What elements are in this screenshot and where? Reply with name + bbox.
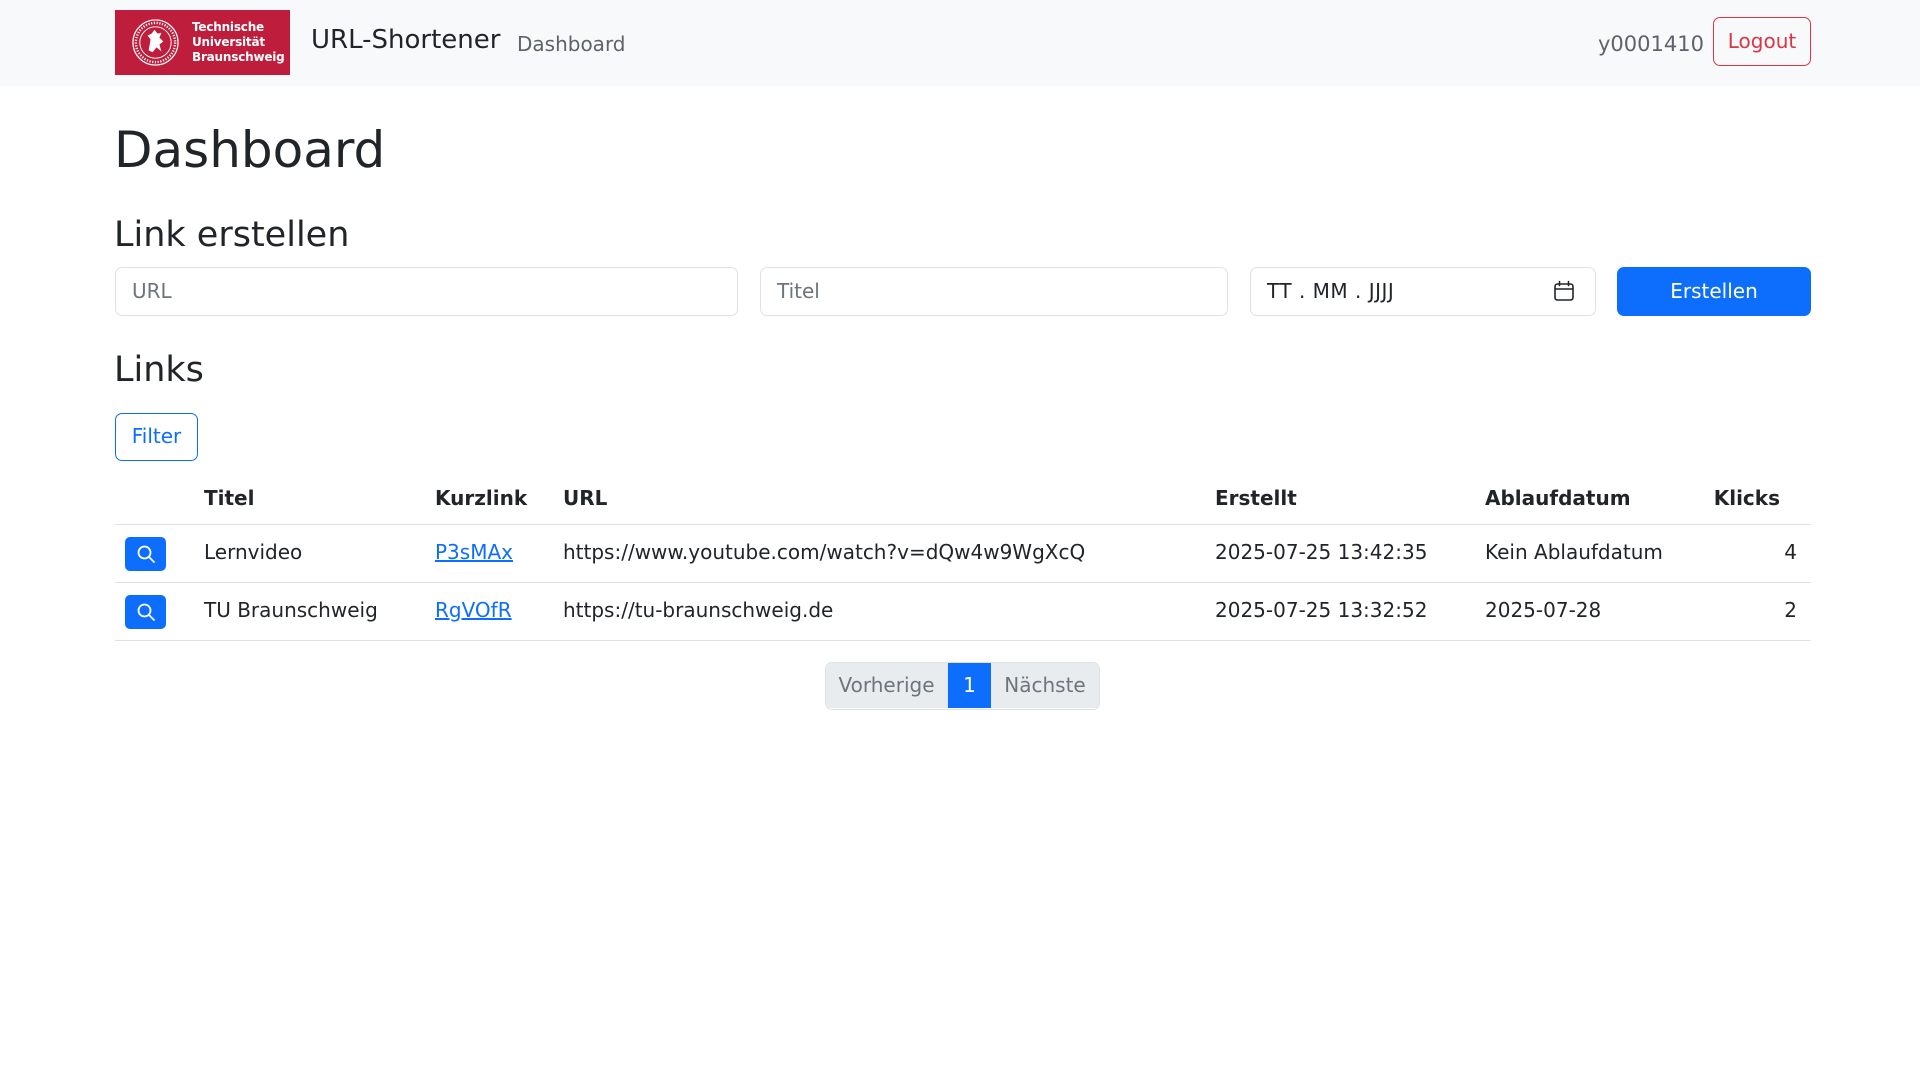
logout-button[interactable]: Logout [1713, 17, 1811, 66]
brand-title[interactable]: URL-Shortener [311, 22, 500, 58]
column-header-erstellt[interactable]: Erstellt [1215, 478, 1297, 518]
username-label: y0001410 [1598, 32, 1704, 56]
university-seal-icon [132, 19, 179, 66]
pagination: Vorherige 1 Nächste [825, 662, 1100, 710]
table-row: Lernvideo P3sMAx https://www.youtube.com… [115, 525, 1811, 583]
search-icon [137, 603, 155, 621]
page-title: Dashboard [114, 121, 386, 179]
cell-titel: Lernvideo [204, 540, 303, 564]
links-heading: Links [114, 350, 204, 390]
title-input[interactable]: Titel [760, 267, 1228, 316]
details-button[interactable] [125, 595, 166, 629]
column-header-ablaufdatum[interactable]: Ablaufdatum [1485, 478, 1631, 518]
cell-erstellt: 2025-07-25 13:32:52 [1215, 598, 1428, 622]
expiry-date-input[interactable]: TT . MM . JJJJ [1250, 267, 1596, 316]
search-icon [137, 545, 155, 563]
create-link-heading: Link erstellen [114, 215, 350, 255]
cell-url: https://www.youtube.com/watch?v=dQw4w9Wg… [563, 540, 1086, 564]
cell-klicks: 4 [1784, 540, 1797, 564]
short-link[interactable]: P3sMAx [435, 525, 513, 579]
short-link[interactable]: RgVOfR [435, 583, 512, 637]
column-header-kurzlink[interactable]: Kurzlink [435, 478, 527, 518]
date-placeholder: TT . MM . JJJJ [1267, 279, 1395, 303]
cell-erstellt: 2025-07-25 13:42:35 [1215, 540, 1428, 564]
navbar: Technische Universität Braunschweig URL-… [0, 0, 1920, 86]
calendar-icon[interactable] [1553, 280, 1575, 302]
tu-braunschweig-logo[interactable]: Technische Universität Braunschweig [115, 10, 290, 75]
logo-text: Technische Universität Braunschweig [192, 20, 285, 64]
column-header-titel[interactable]: Titel [204, 478, 254, 518]
cell-ablaufdatum: Kein Ablaufdatum [1485, 540, 1663, 564]
cell-ablaufdatum: 2025-07-28 [1485, 598, 1602, 622]
filter-button[interactable]: Filter [115, 413, 198, 461]
table-header: Titel Kurzlink URL Erstellt Ablaufdatum … [115, 478, 1811, 525]
create-button[interactable]: Erstellen [1617, 267, 1811, 316]
pagination-previous[interactable]: Vorherige [826, 663, 948, 708]
url-input[interactable]: URL [115, 267, 738, 316]
column-header-url[interactable]: URL [563, 478, 607, 518]
pagination-page-1[interactable]: 1 [948, 663, 991, 708]
cell-titel: TU Braunschweig [204, 598, 378, 622]
nav-link-dashboard[interactable]: Dashboard [517, 30, 626, 58]
column-header-klicks[interactable]: Klicks [1714, 478, 1780, 518]
table-row: TU Braunschweig RgVOfR https://tu-brauns… [115, 583, 1811, 641]
pagination-next[interactable]: Nächste [991, 663, 1099, 708]
cell-klicks: 2 [1784, 598, 1797, 622]
cell-url: https://tu-braunschweig.de [563, 598, 834, 622]
details-button[interactable] [125, 537, 166, 571]
